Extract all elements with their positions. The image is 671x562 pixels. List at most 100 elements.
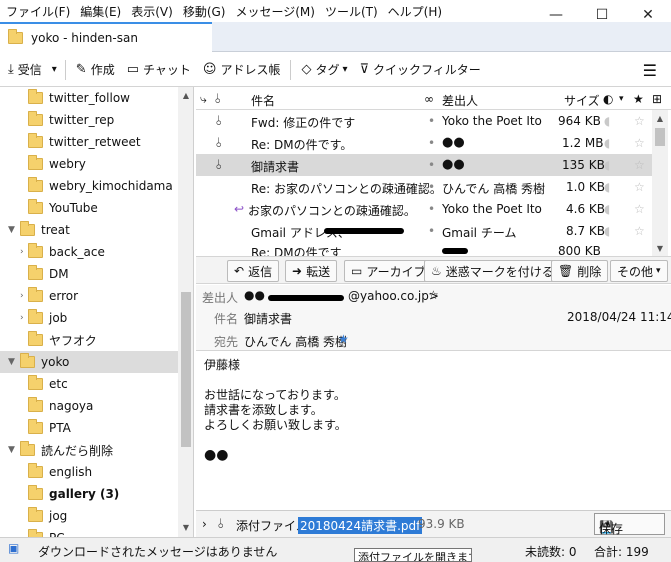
- sort-chevron-icon[interactable]: ▾: [619, 94, 624, 104]
- archive-button[interactable]: ▭ アーカイブ: [344, 260, 433, 282]
- size-column-header[interactable]: サイズ: [564, 92, 600, 109]
- folder-item[interactable]: › job: [0, 307, 178, 329]
- menu-help[interactable]: ヘルプ(H): [383, 3, 447, 20]
- subject-column-header[interactable]: 件名: [251, 92, 275, 109]
- star-column-icon[interactable]: ★: [633, 92, 644, 106]
- star-icon[interactable]: ☆: [634, 158, 645, 172]
- junk-button[interactable]: ♨ 迷惑マークを付ける: [424, 260, 561, 282]
- get-mail-dropdown[interactable]: ▾: [48, 57, 61, 83]
- thread-scrollbar[interactable]: ▲ ▼: [652, 110, 668, 256]
- scroll-down-icon[interactable]: ▼: [178, 519, 193, 535]
- attachment-filename[interactable]: 20180424請求書.pdf: [298, 517, 423, 534]
- junk-icon[interactable]: ◖: [604, 224, 610, 238]
- menu-tools[interactable]: ツール(T): [320, 3, 383, 20]
- folder-item[interactable]: DM: [0, 263, 178, 285]
- reply-button[interactable]: ↶ 返信: [227, 260, 280, 282]
- menu-file[interactable]: ファイル(F): [0, 3, 75, 20]
- star-filled-icon[interactable]: ★: [338, 332, 349, 346]
- chevron-right-icon[interactable]: ›: [20, 313, 24, 323]
- save-attachment-button[interactable]: 💾 保存 ▾: [594, 513, 665, 536]
- quick-filter-button[interactable]: ⊽ クイックフィルター: [354, 57, 487, 83]
- message-row-selected[interactable]: ⫰ 御請求書 • ●● 135 KB ◖ ☆: [196, 154, 652, 176]
- folder-item[interactable]: etc: [0, 373, 178, 395]
- menu-view[interactable]: 表示(V): [126, 3, 178, 20]
- chevron-down-icon[interactable]: ▼: [8, 357, 15, 367]
- folder-item-selected[interactable]: ▼ yoko: [0, 351, 178, 373]
- folder-item[interactable]: twitter_rep: [0, 109, 178, 131]
- junk-icon[interactable]: ◖: [604, 136, 610, 150]
- junk-icon[interactable]: ◖: [604, 114, 610, 128]
- folder-item[interactable]: ▼ treat: [0, 219, 178, 241]
- read-status-dot[interactable]: •: [428, 180, 435, 194]
- folder-item[interactable]: ▼ 読んだら削除: [0, 439, 178, 461]
- folder-item[interactable]: jog: [0, 505, 178, 527]
- tab-folder[interactable]: yoko - hinden-san: [0, 22, 212, 52]
- folder-item[interactable]: english: [0, 461, 178, 483]
- folder-item[interactable]: webry: [0, 153, 178, 175]
- read-column-icon[interactable]: ∞: [424, 92, 434, 106]
- scrollbar-thumb[interactable]: [655, 128, 665, 146]
- message-row[interactable]: ⫰ Re: DMの件です。 • ●● 1.2 MB ◖ ☆: [196, 132, 652, 154]
- scroll-up-icon[interactable]: ▲: [178, 87, 193, 103]
- forward-button[interactable]: ➜ 転送: [285, 260, 338, 282]
- star-icon[interactable]: ☆: [634, 224, 645, 238]
- write-button[interactable]: ✎ 作成: [70, 57, 121, 83]
- star-icon[interactable]: ☆: [634, 202, 645, 216]
- read-status-dot[interactable]: •: [428, 114, 435, 128]
- junk-icon[interactable]: ◖: [604, 202, 610, 216]
- menu-message[interactable]: メッセージ(M): [230, 3, 319, 20]
- scroll-up-icon[interactable]: ▲: [652, 110, 668, 126]
- folder-scrollbar[interactable]: ▲ ▼: [178, 87, 193, 537]
- thread-column-icon[interactable]: ⤷: [200, 92, 207, 107]
- message-row[interactable]: Gmail アドレス、 • Gmail チーム 8.7 KB ◖ ☆: [196, 220, 652, 242]
- junk-icon[interactable]: ◖: [604, 158, 610, 172]
- menu-go[interactable]: 移動(G): [178, 3, 231, 20]
- address-book-button[interactable]: ☺ アドレス帳: [197, 57, 287, 83]
- column-picker-icon[interactable]: ⊞: [652, 92, 662, 106]
- chevron-right-icon[interactable]: ›: [20, 247, 24, 257]
- junk-column-icon[interactable]: ◐: [603, 92, 613, 106]
- read-status-dot[interactable]: •: [428, 202, 435, 216]
- read-status-dot[interactable]: •: [428, 158, 435, 172]
- delete-button[interactable]: 🗑 削除: [551, 260, 609, 282]
- chevron-right-icon[interactable]: ›: [20, 291, 24, 301]
- chevron-down-icon[interactable]: ▼: [8, 225, 15, 235]
- read-status-dot[interactable]: •: [428, 224, 435, 238]
- chat-button[interactable]: ▭ チャット: [121, 57, 197, 83]
- scrollbar-thumb[interactable]: [181, 292, 191, 447]
- message-row[interactable]: ↩ お家のパソコンとの疎通確認。 • Yoko the Poet Ito 4.6…: [196, 198, 652, 220]
- from-address-suffix[interactable]: @yahoo.co.jp>: [348, 289, 439, 303]
- folder-item[interactable]: twitter_follow: [0, 87, 178, 109]
- menu-edit[interactable]: 編集(E): [75, 3, 126, 20]
- from-column-header[interactable]: 差出人: [442, 92, 478, 109]
- junk-icon[interactable]: ◖: [604, 180, 610, 194]
- attachment-column-icon[interactable]: ⫰: [215, 92, 221, 107]
- message-row[interactable]: Re: お家のパソコンとの疎通確認。 • ひんでん 高橋 秀樹 1.0 KB ◖…: [196, 176, 652, 198]
- chevron-down-icon[interactable]: ▼: [8, 445, 15, 455]
- folder-item[interactable]: › back_ace: [0, 241, 178, 263]
- folder-item[interactable]: gallery (3): [0, 483, 178, 505]
- chevron-right-icon[interactable]: ›: [202, 517, 207, 531]
- star-icon[interactable]: ☆: [634, 180, 645, 194]
- star-outline-icon[interactable]: ☆: [428, 288, 439, 302]
- message-row[interactable]: Re: DMの件です 800 KB: [196, 242, 652, 256]
- folder-item[interactable]: › error: [0, 285, 178, 307]
- folder-item[interactable]: YouTube: [0, 197, 178, 219]
- folder-item[interactable]: twitter_retweet: [0, 131, 178, 153]
- folder-item[interactable]: nagoya: [0, 395, 178, 417]
- chevron-down-icon[interactable]: ▾: [605, 520, 610, 530]
- message-row[interactable]: ⫰ Fwd: 修正の件です • Yoko the Poet Ito 964 KB…: [196, 110, 652, 132]
- scroll-down-icon[interactable]: ▼: [652, 240, 668, 256]
- get-mail-button[interactable]: ⤓ 受信: [0, 57, 48, 83]
- folder-item[interactable]: ヤフオク: [0, 329, 178, 351]
- folder-item[interactable]: PC: [0, 527, 178, 537]
- folder-item[interactable]: webry_kimochidama: [0, 175, 178, 197]
- star-icon[interactable]: ☆: [634, 114, 645, 128]
- to-address[interactable]: ひんでん 高橋 秀樹: [244, 333, 347, 350]
- read-status-dot[interactable]: •: [428, 136, 435, 150]
- app-menu-icon[interactable]: ☰: [643, 61, 657, 80]
- folder-item[interactable]: PTA: [0, 417, 178, 439]
- star-icon[interactable]: ☆: [634, 136, 645, 150]
- more-button[interactable]: その他 ▾: [610, 260, 668, 282]
- tag-button[interactable]: ◇ タグ ▾: [295, 57, 353, 83]
